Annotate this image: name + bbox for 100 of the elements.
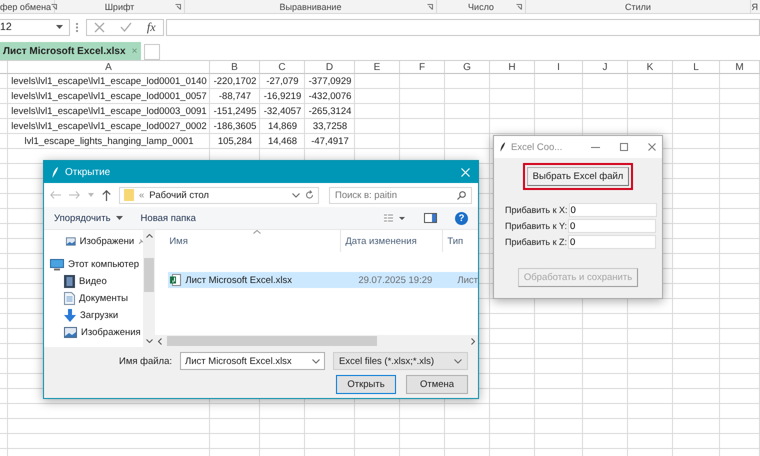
table-cell: -88,747: [218, 90, 252, 102]
column-header[interactable]: B: [210, 61, 260, 74]
view-options-icon[interactable]: [384, 214, 406, 222]
search-field[interactable]: Поиск в: paitin: [329, 186, 472, 204]
checkmark-icon[interactable]: [120, 22, 132, 32]
table-cell: -186,3605: [214, 120, 256, 132]
new-folder-button[interactable]: Новая папка: [140, 212, 196, 224]
column-header[interactable]: Тип: [442, 230, 478, 252]
column-header[interactable]: I: [535, 61, 583, 74]
nav-item[interactable]: Изображени: [44, 234, 144, 249]
column-header[interactable]: J: [583, 61, 628, 74]
column-header[interactable]: G: [445, 61, 490, 74]
table-cell: -377,0929: [308, 76, 352, 88]
refresh-icon[interactable]: [305, 190, 314, 200]
column-header[interactable]: E: [355, 61, 400, 74]
filename-label: Имя файла:: [118, 356, 172, 366]
open-button[interactable]: Открыть: [336, 374, 396, 394]
caret-icon: [116, 216, 123, 220]
table-cell: 105,284: [218, 136, 252, 148]
column-header[interactable]: F: [400, 61, 445, 74]
folder-icon: [124, 189, 134, 201]
help-button[interactable]: ?: [455, 212, 468, 224]
column-header[interactable]: H: [490, 61, 535, 74]
pictures-icon: [64, 327, 77, 338]
table-cell: -27,079: [266, 76, 299, 88]
scroll-left-icon[interactable]: [158, 338, 162, 344]
ribbon-group-label: Выравнивание: [280, 2, 342, 12]
dialog-launcher-icon[interactable]: [516, 4, 522, 10]
film-icon: [64, 275, 75, 288]
minimize-icon[interactable]: [591, 146, 600, 148]
column-header[interactable]: M: [720, 61, 760, 74]
address-bar[interactable]: « Рабочий стол: [119, 186, 319, 204]
pictures-icon: [66, 236, 76, 247]
chevron-down-icon: [454, 358, 462, 364]
maximize-icon[interactable]: [620, 143, 628, 151]
select-file-button[interactable]: Выбрать Excel файл: [526, 167, 630, 186]
up-arrow-icon[interactable]: [102, 190, 111, 200]
table-cell: -16,9219: [264, 90, 302, 102]
nav-item[interactable]: Этот компьютер: [44, 257, 144, 272]
field-label: Прибавить к Y:: [505, 221, 568, 231]
filename-field[interactable]: Лист Microsoft Excel.xlsx: [180, 352, 325, 370]
scroll-up-icon[interactable]: [146, 234, 153, 238]
organize-button[interactable]: Упорядочить: [54, 212, 123, 224]
nav-item[interactable]: Видео: [44, 274, 144, 289]
ribbon-group-label: Число: [468, 2, 494, 12]
name-box[interactable]: 12: [0, 18, 70, 36]
table-cell: -151,2495: [214, 106, 256, 118]
ribbon-group-label: Стили: [625, 2, 651, 12]
scrollbar-thumb[interactable]: [144, 258, 154, 292]
scrollbar-thumb[interactable]: [167, 336, 378, 346]
input-field[interactable]: 0: [568, 219, 656, 233]
column-header[interactable]: L: [673, 61, 720, 74]
file-type-dropdown[interactable]: Excel files (*.xlsx;*.xls): [333, 352, 468, 370]
chevron-down-icon: [312, 358, 320, 364]
preview-pane-icon[interactable]: [424, 213, 437, 223]
column-header[interactable]: C: [260, 61, 305, 74]
table-cell: 14,869: [268, 120, 298, 132]
table-cell: -265,3124: [308, 106, 352, 118]
column-header[interactable]: D: [305, 61, 355, 74]
nav-item[interactable]: Изображения: [44, 325, 144, 340]
document-icon: [64, 292, 75, 305]
nav-item[interactable]: Документы: [44, 291, 144, 306]
sort-caret-icon: [253, 230, 262, 234]
workbook-tab[interactable]: Лист Microsoft Excel.xlsx ×: [0, 42, 142, 60]
scroll-right-icon[interactable]: [470, 338, 475, 344]
table-cell: -47,4917: [311, 136, 349, 148]
field-label: Прибавить к Z:: [505, 237, 568, 247]
ribbon-group-label: Я: [752, 2, 758, 12]
table-cell: 14,468: [268, 136, 298, 148]
column-header[interactable]: A: [8, 61, 210, 74]
nav-item[interactable]: Загрузки: [44, 308, 144, 323]
input-field[interactable]: 0: [568, 203, 657, 217]
cancel-button[interactable]: Отмена: [406, 374, 468, 394]
download-arrow-icon: [64, 309, 76, 322]
table-cell: levels\lvl1_escape\lvl1_escape_lod0001_0057: [11, 90, 207, 102]
dialog-launcher-icon[interactable]: [427, 4, 433, 10]
dialog-launcher-icon[interactable]: [175, 4, 181, 10]
column-header[interactable]: K: [628, 61, 673, 74]
table-cell: lvl1_escape_lights_hanging_lamp_0001: [24, 136, 194, 148]
window-title: Excel Coo...: [511, 142, 564, 152]
close-icon[interactable]: [648, 143, 656, 151]
file-row[interactable]: Лист Microsoft Excel.xlsx 29.07.2025 19:29 Лист: [168, 272, 478, 288]
ribbon-group-label: фер обмена: [0, 2, 52, 12]
dialog-launcher-icon[interactable]: [51, 4, 58, 10]
insert-function-button[interactable]: fx: [146, 20, 156, 34]
chevron-down-icon: [292, 192, 300, 198]
dialog-title: Открытие: [65, 166, 112, 178]
table-cell: -432,0076: [308, 90, 352, 102]
column-header[interactable]: Имя: [155, 236, 340, 246]
table-cell: levels\lvl1_escape\lvl1_escape_lod0003_0091: [11, 106, 207, 118]
spreadsheet-file-icon: [170, 274, 182, 286]
scroll-down-icon[interactable]: [146, 339, 153, 343]
feather-icon: [52, 166, 59, 178]
column-header[interactable]: Дата изменения: [340, 230, 442, 252]
input-field[interactable]: 0: [568, 235, 656, 249]
caret-icon: [56, 25, 63, 29]
table-cell: levels\lvl1_escape\lvl1_escape_lod0001_0140: [11, 76, 207, 88]
table-cell: -32,4057: [264, 106, 302, 118]
table-cell: levels\lvl1_escape\lvl1_escape_lod0027_0002: [11, 120, 207, 132]
cancel-icon[interactable]: [94, 22, 106, 32]
